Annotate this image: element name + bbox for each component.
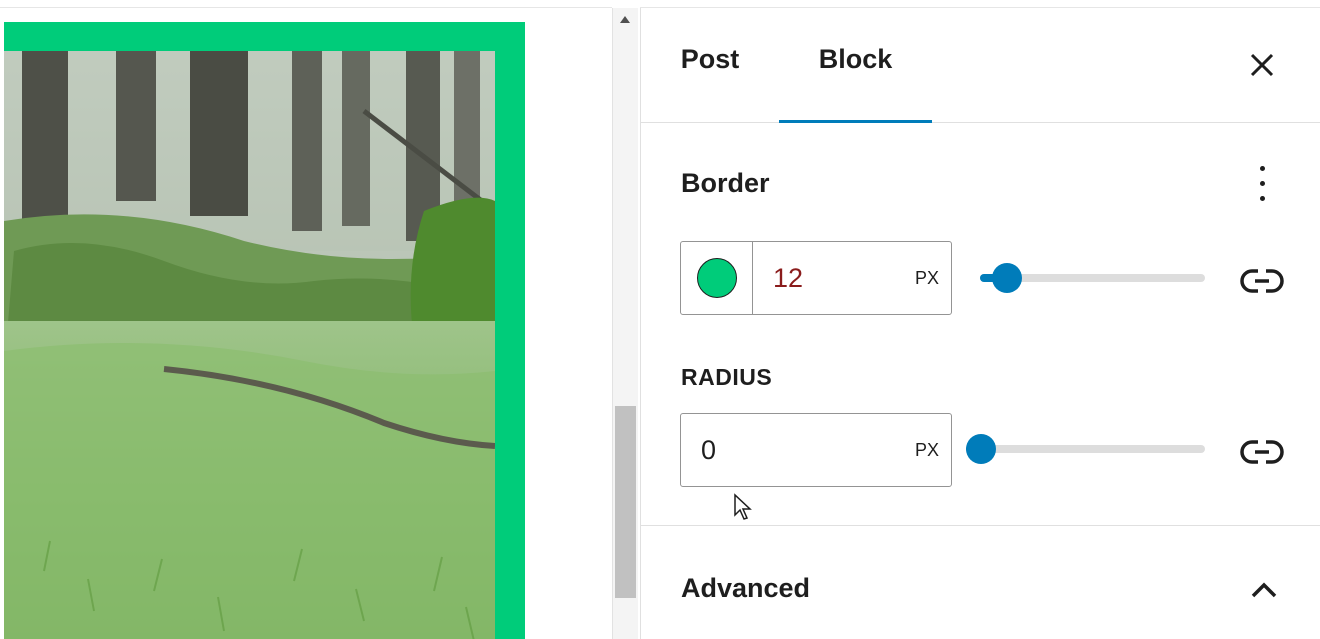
canvas-scrollbar[interactable] bbox=[612, 8, 638, 639]
link-icon[interactable] bbox=[1238, 432, 1286, 472]
border-radius-input[interactable] bbox=[701, 414, 901, 486]
forest-photo[interactable] bbox=[4, 51, 495, 639]
editor-canvas bbox=[0, 0, 612, 639]
close-icon[interactable] bbox=[1245, 48, 1279, 82]
border-radius-slider[interactable] bbox=[966, 434, 1205, 464]
slider-rail bbox=[966, 445, 1205, 453]
border-panel-title: Border bbox=[681, 168, 770, 198]
border-width-input[interactable] bbox=[773, 242, 903, 314]
more-vertical-icon[interactable] bbox=[1252, 164, 1272, 204]
border-radius-unit[interactable]: PX bbox=[915, 414, 939, 486]
chevron-up-icon[interactable] bbox=[1246, 576, 1282, 604]
canvas-top-divider bbox=[0, 7, 612, 8]
border-width-control: PX bbox=[680, 241, 952, 315]
border-radius-control: PX bbox=[680, 413, 952, 487]
mouse-pointer-icon bbox=[733, 493, 753, 523]
border-color-button[interactable] bbox=[681, 242, 753, 314]
slider-thumb[interactable] bbox=[992, 263, 1022, 293]
advanced-panel-title: Advanced bbox=[681, 573, 811, 603]
border-width-slider[interactable] bbox=[980, 263, 1205, 293]
border-width-unit[interactable]: PX bbox=[915, 242, 939, 314]
tab-post[interactable]: Post bbox=[679, 0, 741, 123]
scroll-up-arrow-icon[interactable] bbox=[620, 16, 630, 23]
scrollbar-thumb[interactable] bbox=[615, 406, 636, 598]
border-color-swatch bbox=[697, 258, 737, 298]
radius-label: RADIUS bbox=[681, 364, 773, 390]
tab-block[interactable]: Block bbox=[779, 0, 932, 123]
link-icon[interactable] bbox=[1238, 261, 1286, 301]
sidebar-tabs: Post Block bbox=[641, 8, 1320, 123]
slider-thumb[interactable] bbox=[966, 434, 996, 464]
